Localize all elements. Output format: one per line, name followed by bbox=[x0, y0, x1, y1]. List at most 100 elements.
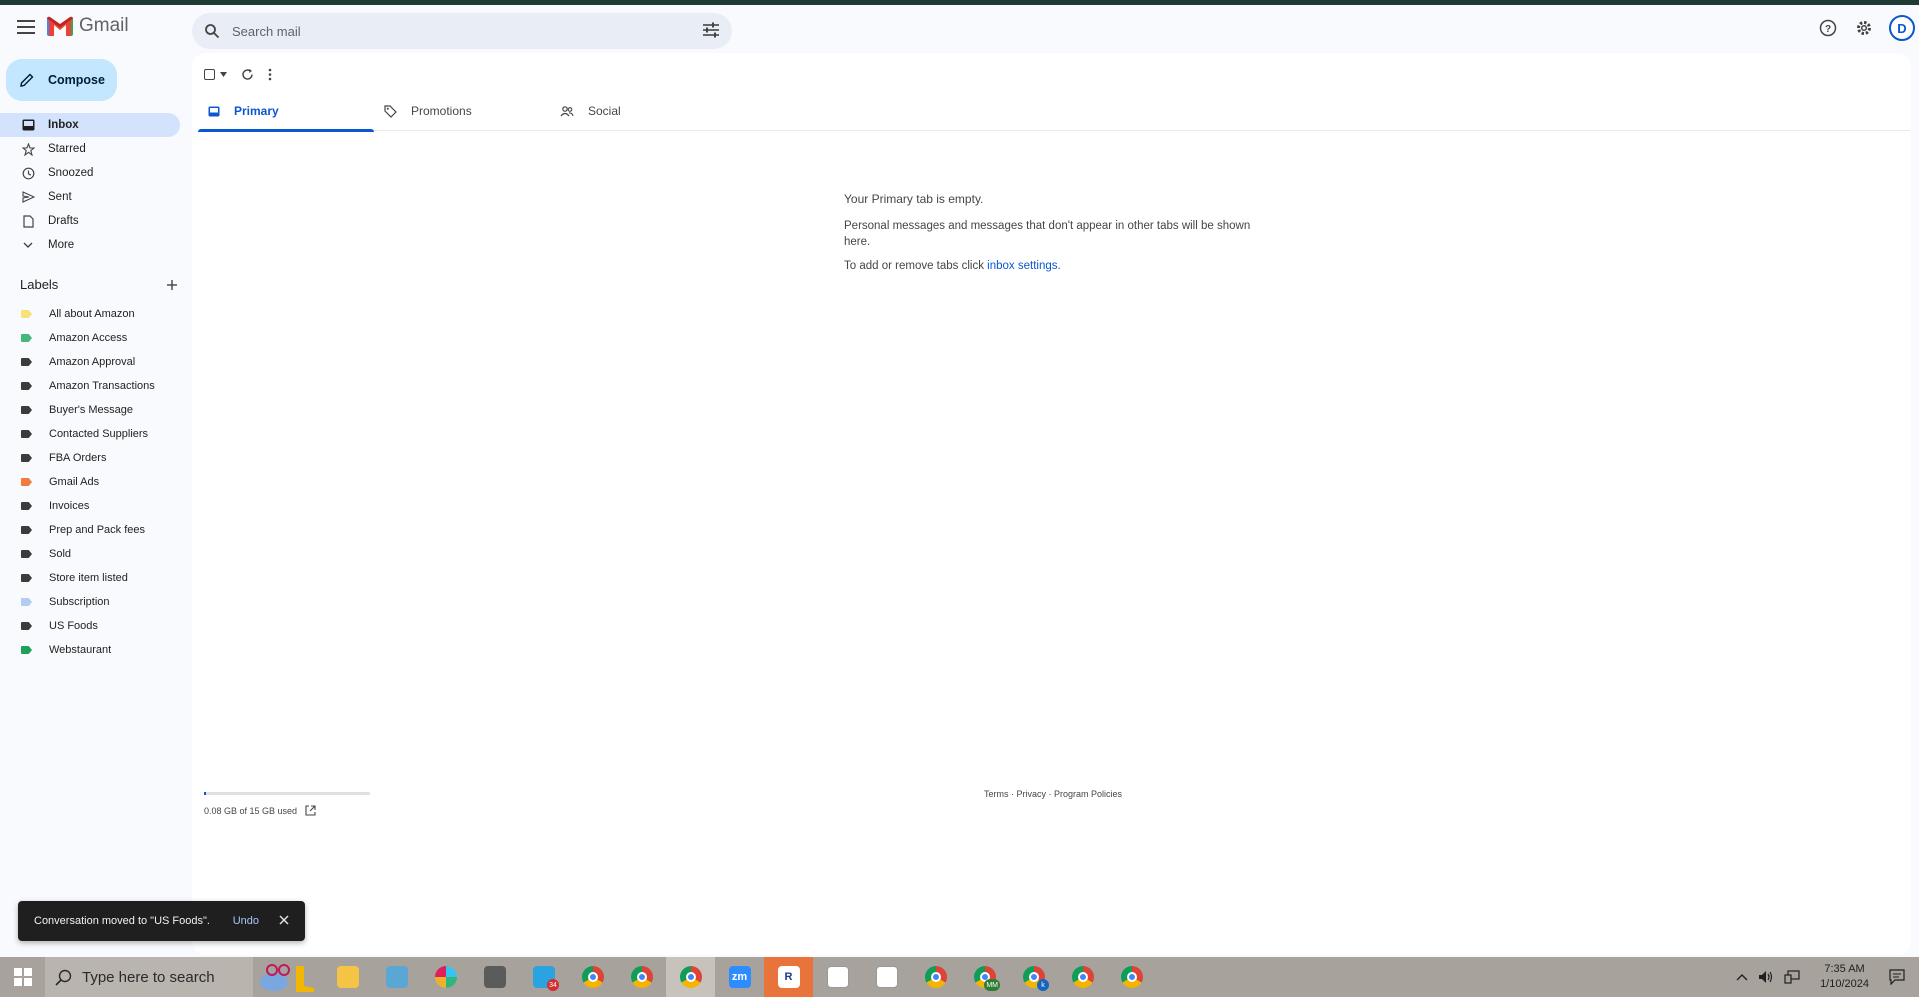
sidebar-item-starred[interactable]: Starred bbox=[0, 137, 180, 161]
sidebar-item-drafts[interactable]: Drafts bbox=[0, 209, 180, 233]
sidebar-item-inbox[interactable]: Inbox bbox=[0, 113, 180, 137]
chrome-person-icon[interactable] bbox=[1107, 957, 1156, 997]
label-item[interactable]: Prep and Pack fees bbox=[0, 518, 180, 542]
chrome-green-icon[interactable] bbox=[1058, 957, 1107, 997]
empty-state: Your Primary tab is empty. Personal mess… bbox=[844, 191, 1264, 282]
labels-heading: Labels bbox=[20, 277, 59, 292]
taskbar-apps: 34 zm R MM k bbox=[323, 957, 1156, 997]
system-clock[interactable]: 7:35 AM 1/10/2024 bbox=[1820, 962, 1869, 992]
chart-app-icon[interactable] bbox=[813, 957, 862, 997]
open-external-icon[interactable] bbox=[305, 805, 316, 816]
volume-icon[interactable] bbox=[1758, 970, 1774, 984]
add-label-icon[interactable] bbox=[166, 279, 178, 291]
chrome-k-icon[interactable] bbox=[666, 957, 715, 997]
chrome-mm-icon[interactable]: MM bbox=[960, 957, 1009, 997]
search-highlight-image[interactable] bbox=[253, 957, 323, 997]
label-item[interactable]: Webstaurant bbox=[0, 638, 180, 662]
select-checkbox[interactable] bbox=[204, 68, 227, 80]
r-app-icon[interactable]: R bbox=[764, 957, 813, 997]
main-menu-icon[interactable] bbox=[14, 15, 38, 39]
chrome-red-icon[interactable] bbox=[911, 957, 960, 997]
chevron-up-icon[interactable] bbox=[1736, 973, 1748, 981]
search-icon[interactable] bbox=[204, 23, 220, 39]
sidebar-item-snoozed[interactable]: Snoozed bbox=[0, 161, 180, 185]
sidebar-item-label: Starred bbox=[48, 143, 86, 155]
storage-text: 0.08 GB of 15 GB used bbox=[204, 805, 298, 816]
label-item[interactable]: Invoices bbox=[0, 494, 180, 518]
search-options-icon[interactable] bbox=[702, 22, 720, 38]
calculator-glyph bbox=[483, 966, 506, 988]
sidebar-item-label: Drafts bbox=[48, 215, 79, 227]
undo-button[interactable]: Undo bbox=[233, 915, 259, 927]
gmail-logo[interactable]: Gmail bbox=[47, 15, 129, 37]
label-tag-icon bbox=[21, 454, 32, 462]
search-bar[interactable] bbox=[192, 13, 732, 49]
label-item[interactable]: US Foods bbox=[0, 614, 180, 638]
calculator-icon[interactable] bbox=[470, 957, 519, 997]
label-item[interactable]: All about Amazon bbox=[0, 302, 180, 326]
close-icon[interactable] bbox=[279, 914, 289, 928]
label-name: Amazon Access bbox=[49, 332, 128, 344]
label-item[interactable]: FBA Orders bbox=[0, 446, 180, 470]
windows-start-icon[interactable] bbox=[0, 957, 45, 997]
caret-down-icon bbox=[220, 71, 227, 77]
label-item[interactable]: Amazon Access bbox=[0, 326, 180, 350]
empty-hint-text: To add or remove tabs click bbox=[844, 259, 988, 272]
label-name: Sold bbox=[49, 548, 72, 560]
app-name: Gmail bbox=[79, 15, 129, 36]
label-tag-icon bbox=[21, 334, 32, 342]
file-explorer-icon[interactable] bbox=[323, 957, 372, 997]
app-badge: MM bbox=[984, 979, 1000, 991]
notepad-glyph bbox=[385, 966, 408, 988]
privacy-link[interactable]: Privacy bbox=[1017, 789, 1047, 799]
label-name: Amazon Approval bbox=[49, 356, 136, 368]
label-item[interactable]: Amazon Approval bbox=[0, 350, 180, 374]
telegram-icon[interactable]: 34 bbox=[519, 957, 568, 997]
chrome-profile-icon[interactable] bbox=[617, 957, 666, 997]
settings-gear-icon[interactable] bbox=[1853, 17, 1875, 39]
label-item[interactable]: Sold bbox=[0, 542, 180, 566]
slack-icon[interactable] bbox=[421, 957, 470, 997]
label-item[interactable]: Contacted Suppliers bbox=[0, 422, 180, 446]
chrome-k2-icon[interactable]: k bbox=[1009, 957, 1058, 997]
notifications-icon[interactable] bbox=[1889, 969, 1905, 985]
search-input[interactable] bbox=[232, 23, 672, 39]
terms-link[interactable]: Terms bbox=[984, 789, 1009, 799]
help-icon[interactable]: ? bbox=[1817, 17, 1839, 39]
refresh-icon[interactable] bbox=[241, 68, 254, 81]
main-panel: Primary Promotions Social Your Primary t… bbox=[192, 53, 1911, 955]
labels-header: Labels bbox=[20, 277, 178, 292]
tab-promotions[interactable]: Promotions bbox=[374, 91, 550, 131]
label-item[interactable]: Buyer's Message bbox=[0, 398, 180, 422]
star-icon bbox=[21, 142, 35, 156]
tab-social[interactable]: Social bbox=[550, 91, 726, 131]
taskbar-search[interactable]: Type here to search bbox=[45, 957, 253, 997]
sidebar-item-label: Snoozed bbox=[48, 167, 94, 179]
compose-button[interactable]: Compose bbox=[6, 59, 117, 101]
label-item[interactable]: Subscription bbox=[0, 590, 180, 614]
sidebar-item-more[interactable]: More bbox=[0, 233, 180, 257]
chevron-down-icon bbox=[21, 238, 35, 252]
sidebar-nav: Inbox Starred Snoozed Sent Drafts More bbox=[0, 113, 180, 257]
zoom-glyph: zm bbox=[728, 966, 751, 988]
program-policies-link[interactable]: Program Policies bbox=[1054, 789, 1122, 799]
label-tag-icon bbox=[21, 550, 32, 558]
sidebar-item-sent[interactable]: Sent bbox=[0, 185, 180, 209]
label-item[interactable]: Amazon Transactions bbox=[0, 374, 180, 398]
notepad-icon[interactable] bbox=[372, 957, 421, 997]
label-item[interactable]: Store item listed bbox=[0, 566, 180, 590]
account-avatar[interactable]: D bbox=[1889, 15, 1915, 41]
zoom-icon[interactable]: zm bbox=[715, 957, 764, 997]
network-icon[interactable] bbox=[1784, 970, 1800, 984]
chart-app-2-icon[interactable] bbox=[862, 957, 911, 997]
inbox-icon bbox=[21, 118, 35, 132]
chrome-icon[interactable] bbox=[568, 957, 617, 997]
tab-primary[interactable]: Primary bbox=[198, 91, 374, 132]
label-tag-icon bbox=[21, 430, 32, 438]
chart-app-glyph bbox=[826, 966, 849, 988]
more-vert-icon[interactable] bbox=[268, 68, 272, 81]
label-item[interactable]: Gmail Ads bbox=[0, 470, 180, 494]
inbox-settings-link[interactable]: inbox settings bbox=[987, 260, 1057, 272]
empty-hint: To add or remove tabs click inbox settin… bbox=[844, 258, 1264, 274]
header: Gmail ? D bbox=[0, 5, 1919, 53]
